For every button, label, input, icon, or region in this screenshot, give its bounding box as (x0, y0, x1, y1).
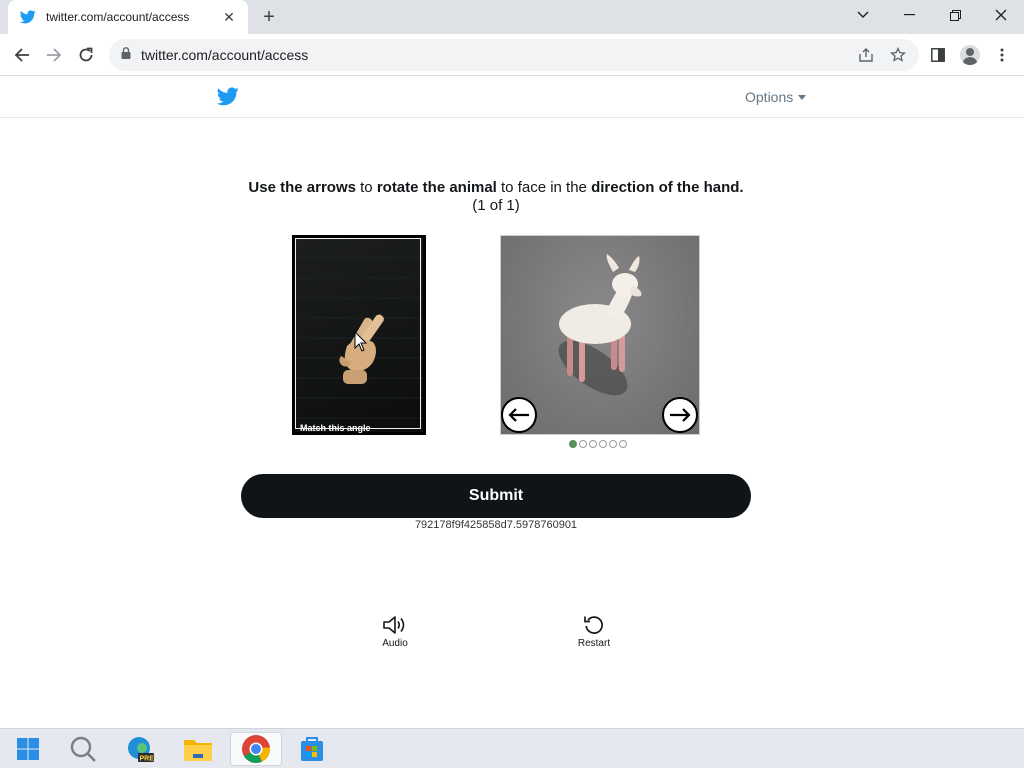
menu-kebab-icon[interactable] (988, 41, 1016, 69)
position-dot (599, 440, 607, 448)
options-dropdown[interactable]: Options (745, 89, 807, 105)
tab-close-icon[interactable]: ✕ (220, 8, 238, 26)
lock-icon[interactable] (121, 46, 131, 64)
arrow-right-icon (670, 408, 691, 422)
submit-button[interactable]: Submit (241, 474, 751, 518)
rotation-position-dots (569, 440, 627, 448)
share-icon[interactable] (852, 39, 880, 71)
restart-label: Restart (577, 638, 611, 649)
edge-preview-icon[interactable]: PRE (120, 732, 160, 766)
reference-frame (295, 238, 421, 429)
rotate-left-button[interactable] (501, 397, 537, 433)
back-arrow-icon (14, 48, 29, 62)
position-dot (589, 440, 597, 448)
tab-search-chevron-icon[interactable] (840, 0, 886, 30)
url-text: twitter.com/account/access (141, 47, 309, 63)
twitter-favicon-icon (20, 9, 36, 25)
browser-toolbar: twitter.com/account/access (0, 34, 1024, 76)
session-token: 792178f9f425858d7.5978760901 (414, 519, 578, 531)
minimize-icon[interactable] (886, 0, 932, 30)
instruction-part-4: to face in the (496, 179, 592, 196)
tab-strip: twitter.com/account/access ✕ + (0, 0, 1024, 34)
page-header (0, 77, 1024, 118)
restart-button[interactable]: Restart (564, 614, 624, 649)
challenge-counter: (1 of 1) (472, 197, 520, 214)
bookmark-star-icon[interactable] (884, 39, 912, 71)
rotate-right-button[interactable] (662, 397, 698, 433)
position-dot (619, 440, 627, 448)
instruction-part-1: Use the arrows (248, 179, 356, 196)
restart-icon (584, 616, 603, 634)
windows-start-icon[interactable] (8, 732, 48, 766)
twitter-logo-icon[interactable] (216, 87, 239, 111)
options-label: Options (745, 89, 794, 105)
instruction-part-5: direction of the hand. (591, 179, 744, 196)
address-bar[interactable]: twitter.com/account/access (109, 39, 919, 71)
reload-button[interactable] (72, 41, 100, 69)
search-icon[interactable] (63, 732, 103, 766)
instruction-part-3: rotate the animal (376, 179, 497, 196)
position-dot (579, 440, 587, 448)
close-window-icon[interactable] (978, 0, 1024, 30)
arrow-left-icon (508, 408, 529, 422)
speaker-icon (383, 616, 405, 634)
reference-hand-image: Match this angle (292, 235, 426, 435)
instruction-part-2: to (355, 179, 377, 196)
back-button[interactable] (8, 41, 36, 69)
microsoft-store-icon[interactable] (292, 732, 332, 766)
forward-button[interactable] (40, 41, 68, 69)
position-dot (609, 440, 617, 448)
browser-tab[interactable]: twitter.com/account/access ✕ (8, 0, 248, 34)
tab-title: twitter.com/account/access (46, 10, 190, 24)
side-panel-icon[interactable] (924, 41, 952, 69)
new-tab-button[interactable]: + (258, 6, 280, 28)
chrome-taskbar-icon[interactable] (230, 732, 282, 766)
caret-down-icon (798, 94, 807, 100)
challenge-instruction: Use the arrows to rotate the animal to f… (0, 178, 992, 197)
forward-arrow-icon (47, 48, 62, 62)
audio-button[interactable]: Audio (365, 614, 425, 649)
reload-icon (79, 47, 93, 62)
profile-avatar-icon[interactable] (956, 41, 984, 69)
restore-icon[interactable] (932, 0, 978, 30)
audio-label: Audio (382, 638, 408, 649)
file-explorer-icon[interactable] (178, 732, 218, 766)
position-dot-active (569, 440, 577, 448)
match-angle-caption: Match this angle (300, 423, 371, 433)
svg-text:PRE: PRE (140, 756, 155, 763)
